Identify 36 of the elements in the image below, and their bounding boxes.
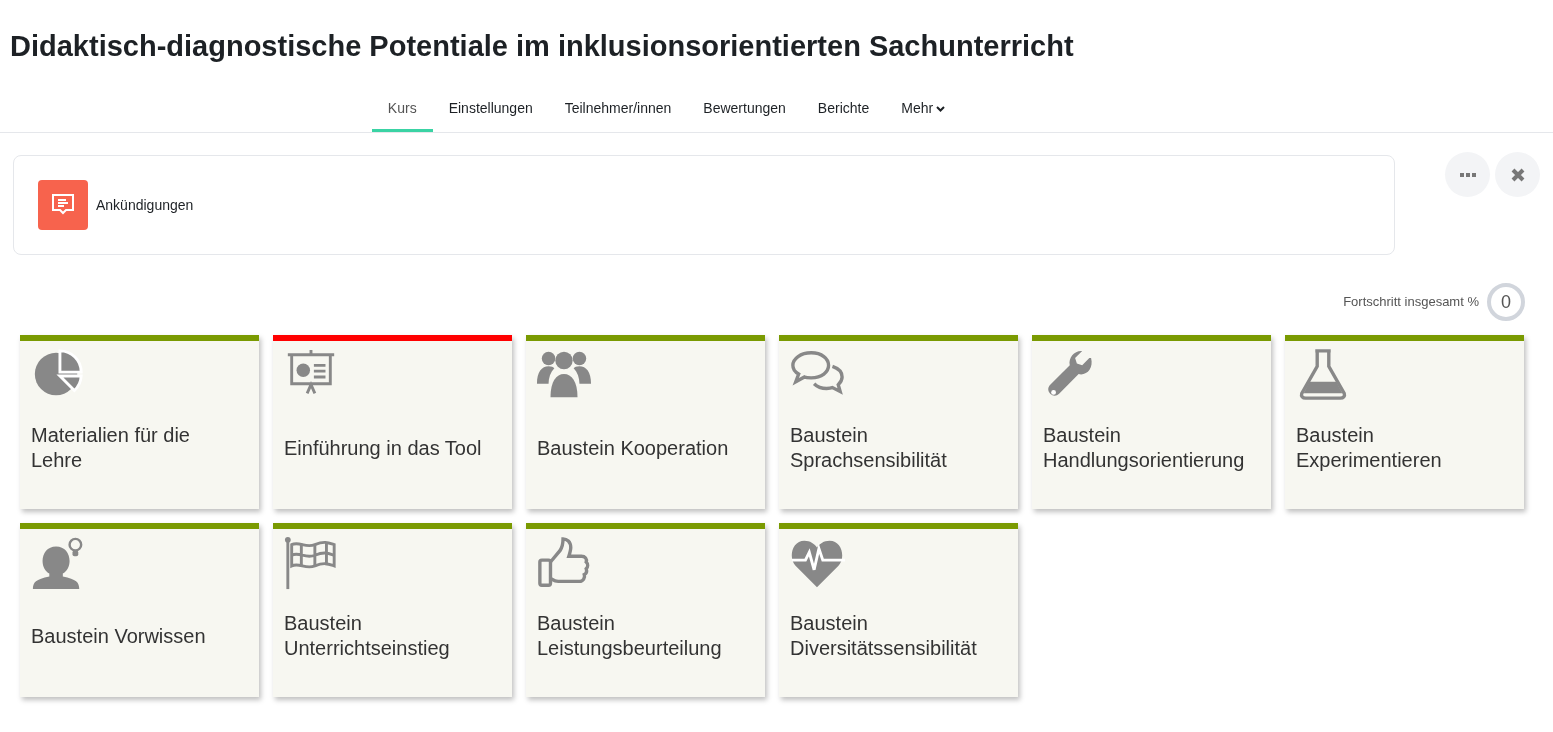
checkered-flag-icon	[283, 535, 339, 591]
caret-icon	[936, 105, 946, 112]
nav-tab[interactable]: Einstellungen	[432, 88, 549, 132]
section-tile[interactable]: Baustein Kooperation	[526, 335, 765, 509]
forum-icon[interactable]	[38, 180, 88, 230]
more-icon	[1459, 172, 1476, 177]
section-tile[interactable]: Materialien für die Lehre	[20, 335, 259, 509]
nav-tab[interactable]: Kurs	[371, 88, 433, 132]
course-title: Didaktisch-diagnostische Potentiale im inklusionsorientierten Sachunterricht	[10, 29, 1074, 64]
section-tile[interactable]: Baustein Handlungsorientierung	[1032, 335, 1271, 509]
section-tile[interactable]: Baustein Leistungsbeurteilung	[526, 523, 765, 697]
section-tile[interactable]: Baustein Diversitätssensibilität	[779, 523, 1018, 697]
nav-tab[interactable]: Bewertungen	[687, 88, 802, 132]
section-tile[interactable]: Einführung in das Tool	[273, 335, 512, 509]
nav-tab[interactable]: Mehr	[885, 88, 962, 132]
nav-tab[interactable]: Teilnehmer/innen	[548, 88, 688, 132]
section-tile[interactable]: Baustein Sprachsensibilität	[779, 335, 1018, 509]
section-tile[interactable]: Baustein Unterrichtseinstieg	[273, 523, 512, 697]
tile-title: Materialien für die Lehre	[31, 423, 191, 473]
progress-label: Fortschritt insgesamt %	[1343, 293, 1479, 312]
nav-tab[interactable]: Berichte	[801, 88, 886, 132]
announcements-link[interactable]: Ankündigungen	[96, 194, 194, 216]
tile-title: Einführung in das Tool	[284, 435, 482, 461]
tile-title: Baustein Unterrichtseinstieg	[284, 611, 451, 661]
tile-title: Baustein Experimentieren	[1296, 423, 1443, 473]
section-tile[interactable]: Baustein Vorwissen	[20, 523, 259, 697]
more-options-button[interactable]	[1445, 152, 1490, 197]
tile-title: Baustein Kooperation	[537, 435, 729, 461]
tile-title: Baustein Leistungsbeurteilung	[537, 611, 723, 661]
close-button[interactable]	[1495, 152, 1540, 197]
section-tile[interactable]: Baustein Experimentieren	[1285, 335, 1524, 509]
tile-title: Baustein Diversitätssensibilität	[790, 611, 978, 661]
tile-title: Baustein Vorwissen	[31, 623, 206, 649]
tile-title: Baustein Handlungsorientierung	[1043, 423, 1246, 473]
tile-title: Baustein Sprachsensibilität	[790, 423, 948, 473]
close-icon	[1510, 167, 1525, 182]
